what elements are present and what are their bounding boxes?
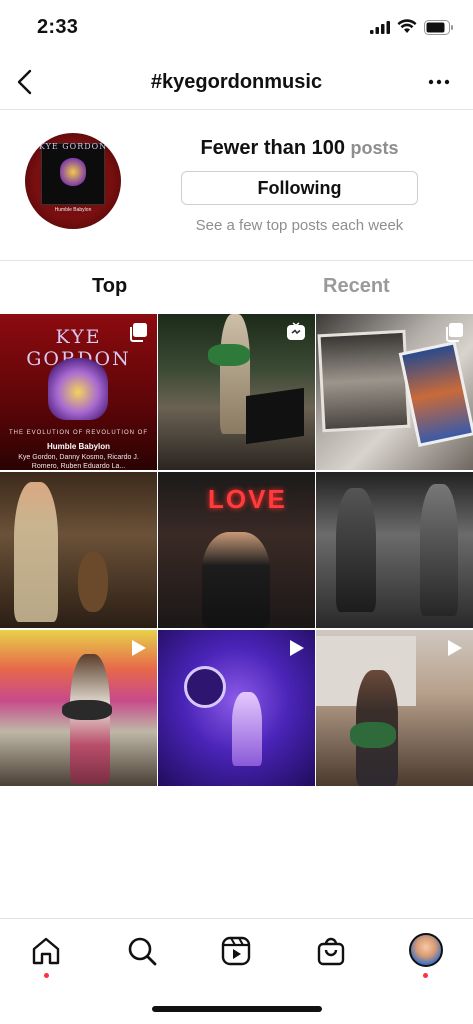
post-photo-saxophonist bbox=[420, 484, 458, 616]
post-photo-painting bbox=[398, 341, 473, 447]
post-subtitle: THE EVOLUTION OF REVOLUTION OF bbox=[8, 430, 148, 436]
post-photo-guitar bbox=[62, 700, 112, 720]
home-notification-dot bbox=[44, 973, 49, 978]
post-photo-guitarist bbox=[336, 488, 376, 612]
feed-tabs: Top Recent bbox=[0, 260, 473, 313]
posts-count-label: posts bbox=[350, 138, 399, 158]
grid-post-4[interactable] bbox=[0, 472, 157, 628]
bottom-nav bbox=[0, 918, 473, 988]
grid-post-5[interactable]: LOVE bbox=[158, 472, 315, 628]
avatar-caption: Humble Babylon bbox=[54, 207, 92, 213]
cellular-signal-icon bbox=[370, 21, 390, 34]
following-button[interactable]: Following bbox=[181, 171, 418, 205]
profile-notification-dot bbox=[423, 973, 428, 978]
reel-play-icon bbox=[290, 640, 304, 656]
tab-top[interactable]: Top bbox=[92, 275, 127, 298]
post-photo-guitar bbox=[350, 722, 396, 748]
search-icon[interactable] bbox=[126, 935, 158, 967]
carousel-icon bbox=[446, 323, 463, 342]
avatar-art-figure bbox=[60, 157, 86, 187]
post-photo-guitar bbox=[78, 552, 108, 612]
tab-recent[interactable]: Recent bbox=[323, 275, 390, 298]
battery-icon bbox=[424, 20, 453, 35]
stage-logo bbox=[184, 666, 226, 708]
profile-avatar[interactable] bbox=[409, 933, 443, 967]
reels-icon[interactable] bbox=[220, 935, 252, 967]
reel-play-icon bbox=[132, 640, 146, 656]
hashtag-avatar: KYE GORDON Humble Babylon bbox=[25, 133, 121, 229]
post-art-figure bbox=[48, 358, 108, 420]
post-photo-subject bbox=[232, 692, 262, 766]
wifi-icon bbox=[397, 19, 417, 33]
post-grid: KYE GORDON THE EVOLUTION OF REVOLUTION O… bbox=[0, 314, 473, 787]
grid-post-1[interactable]: KYE GORDON THE EVOLUTION OF REVOLUTION O… bbox=[0, 314, 157, 470]
posts-count: Fewer than 100 posts bbox=[181, 137, 418, 160]
post-photo-amp bbox=[246, 387, 304, 445]
home-indicator bbox=[152, 1006, 322, 1012]
grid-post-6[interactable] bbox=[316, 472, 473, 628]
home-icon[interactable] bbox=[30, 935, 62, 967]
top-posts-hint: See a few top posts each week bbox=[195, 217, 404, 234]
status-time: 2:33 bbox=[37, 16, 79, 38]
grid-post-2[interactable] bbox=[158, 314, 315, 470]
igtv-icon bbox=[287, 322, 305, 340]
post-album-name: Humble Babylon bbox=[46, 442, 111, 451]
post-photo-portrait bbox=[317, 329, 411, 433]
status-bar: 2:33 bbox=[0, 0, 473, 56]
post-photo-guitar bbox=[208, 344, 250, 366]
grid-post-8[interactable] bbox=[158, 630, 315, 786]
posts-count-value: Fewer than 100 bbox=[200, 137, 345, 159]
page-title: #kyegordonmusic bbox=[150, 71, 323, 93]
top-header: #kyegordonmusic bbox=[0, 56, 473, 110]
grid-post-3[interactable] bbox=[316, 314, 473, 470]
shop-icon[interactable] bbox=[315, 935, 347, 967]
post-photo-subject bbox=[202, 532, 270, 628]
carousel-icon bbox=[130, 323, 147, 342]
avatar-logo-text: KYE GORDON bbox=[38, 142, 108, 151]
neon-love-sign: LOVE bbox=[208, 484, 287, 514]
post-credit: Kye Gordon, Danny Kosmo, Ricardo J. Rome… bbox=[18, 454, 139, 470]
post-photo-subject bbox=[14, 482, 58, 622]
grid-post-9[interactable] bbox=[316, 630, 473, 786]
reel-play-icon bbox=[448, 640, 462, 656]
more-options-icon[interactable] bbox=[427, 70, 451, 94]
grid-post-7[interactable] bbox=[0, 630, 157, 786]
